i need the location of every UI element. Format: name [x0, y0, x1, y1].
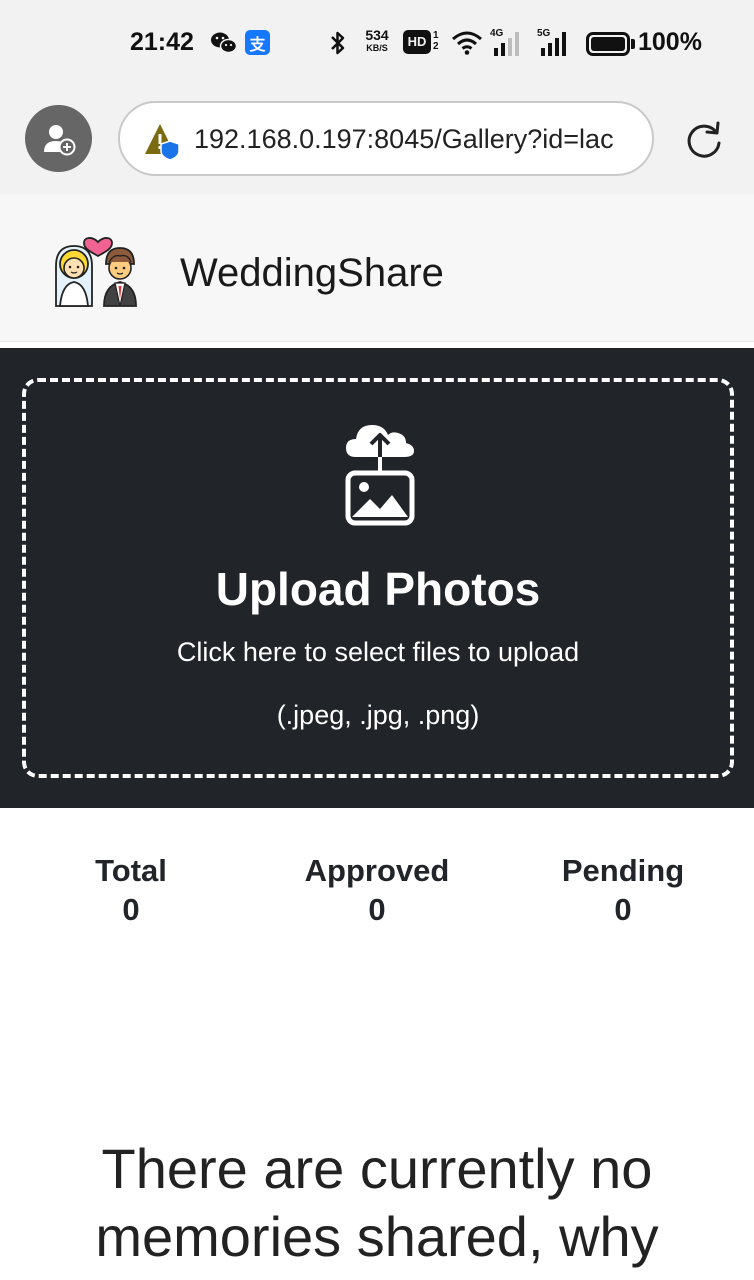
upload-section: Upload Photos Click here to select files…: [0, 348, 754, 808]
wechat-icon: [210, 28, 238, 58]
bluetooth-icon: [328, 28, 348, 58]
wedding-couple-logo-icon[interactable]: [48, 218, 148, 314]
stat-pending-label: Pending: [561, 853, 685, 888]
profile-button[interactable]: [25, 105, 92, 172]
url-text: 192.168.0.197:8045/Gallery?id=lac: [194, 124, 614, 154]
network-speed: 534 KB/S: [360, 27, 394, 54]
upload-file-types: (.jpeg, .jpg, .png): [276, 700, 480, 730]
reload-icon: [687, 121, 721, 158]
browser-toolbar: 192.168.0.197:8045/Gallery?id=lac: [0, 88, 754, 194]
alipay-icon: 支: [245, 30, 270, 55]
profile-icon: [43, 124, 75, 155]
stat-total: Total 0: [11, 852, 251, 930]
speed-unit: KB/S: [366, 43, 388, 53]
stat-approved-value: 0: [368, 892, 386, 927]
hd-sub-bottom: 2: [433, 41, 439, 52]
hd-sub-top: 1: [433, 30, 439, 41]
upload-title: Upload Photos: [215, 563, 541, 615]
status-bar: 21:42 支 534 KB/S HD 1 2 4G 5G 100%: [0, 0, 754, 88]
wifi-icon: [450, 28, 484, 58]
stat-total-value: 0: [122, 892, 140, 927]
upload-dropzone[interactable]: Upload Photos Click here to select files…: [22, 378, 734, 778]
hd-sub: 1 2: [433, 30, 439, 52]
reload-button[interactable]: [682, 118, 726, 162]
battery-icon: [586, 32, 630, 56]
battery-percent: 100%: [638, 28, 702, 56]
battery-tip: [631, 39, 635, 49]
stat-pending-value: 0: [614, 892, 632, 927]
signal-5g-icon: 5G: [537, 28, 577, 58]
stat-pending: Pending 0: [503, 852, 743, 930]
hd-badge: HD: [403, 30, 431, 54]
empty-gallery-message: There are currently no memories shared, …: [95, 1137, 659, 1268]
status-time: 21:42: [130, 28, 194, 56]
net-4g-label: 4G: [490, 28, 504, 39]
site-title[interactable]: WeddingShare: [180, 251, 444, 296]
address-bar[interactable]: 192.168.0.197:8045/Gallery?id=lac: [118, 101, 654, 176]
stat-approved-label: Approved: [304, 853, 450, 888]
net-5g-label: 5G: [537, 28, 551, 39]
site-header: WeddingShare: [0, 194, 754, 342]
speed-value: 534: [365, 27, 389, 43]
stat-approved: Approved 0: [257, 852, 497, 930]
stat-total-label: Total: [95, 853, 167, 888]
upload-photo-icon: [345, 425, 415, 526]
upload-instructions: Click here to select files to upload: [176, 637, 580, 667]
warning-shield-icon: [145, 124, 180, 161]
signal-4g-icon: 4G: [490, 28, 530, 58]
